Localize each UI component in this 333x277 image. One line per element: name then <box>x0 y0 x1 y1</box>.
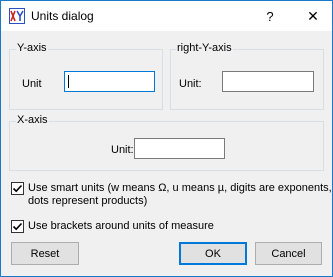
y-axis-group-title: Y-axis <box>16 42 48 54</box>
help-button[interactable]: ? <box>255 1 285 31</box>
smart-units-label: Use smart units (w means Ω, u means µ, d… <box>28 182 332 207</box>
text-caret <box>68 75 69 88</box>
brackets-option[interactable]: Use brackets around units of measure <box>11 220 214 233</box>
right-y-axis-unit-input[interactable] <box>222 71 314 92</box>
app-logo-icon <box>9 8 25 24</box>
y-axis-unit-input[interactable] <box>64 71 155 92</box>
cancel-button[interactable]: Cancel <box>255 242 322 265</box>
close-button[interactable]: ✕ <box>295 1 331 31</box>
checkmark-icon <box>12 222 23 231</box>
smart-units-checkbox[interactable] <box>11 182 24 195</box>
title-bar[interactable]: Units dialog ? ✕ <box>1 1 332 31</box>
window-title: Units dialog <box>31 9 94 23</box>
y-axis-unit-label: Unit <box>22 78 42 90</box>
brackets-checkbox[interactable] <box>11 220 24 233</box>
checkmark-icon <box>12 184 23 193</box>
right-y-axis-group-title: right-Y-axis <box>176 42 233 54</box>
smart-units-option[interactable]: Use smart units (w means Ω, u means µ, d… <box>11 182 332 208</box>
brackets-label: Use brackets around units of measure <box>28 220 214 232</box>
right-y-axis-unit-label: Unit: <box>179 78 202 90</box>
ok-button[interactable]: OK <box>179 242 247 265</box>
x-axis-unit-input[interactable] <box>134 138 225 159</box>
reset-button[interactable]: Reset <box>11 242 79 265</box>
units-dialog: Units dialog ? ✕ Y-axis Unit right-Y-axi… <box>0 0 333 277</box>
x-axis-unit-label: Unit: <box>111 144 134 156</box>
x-axis-group-title: X-axis <box>16 114 49 126</box>
